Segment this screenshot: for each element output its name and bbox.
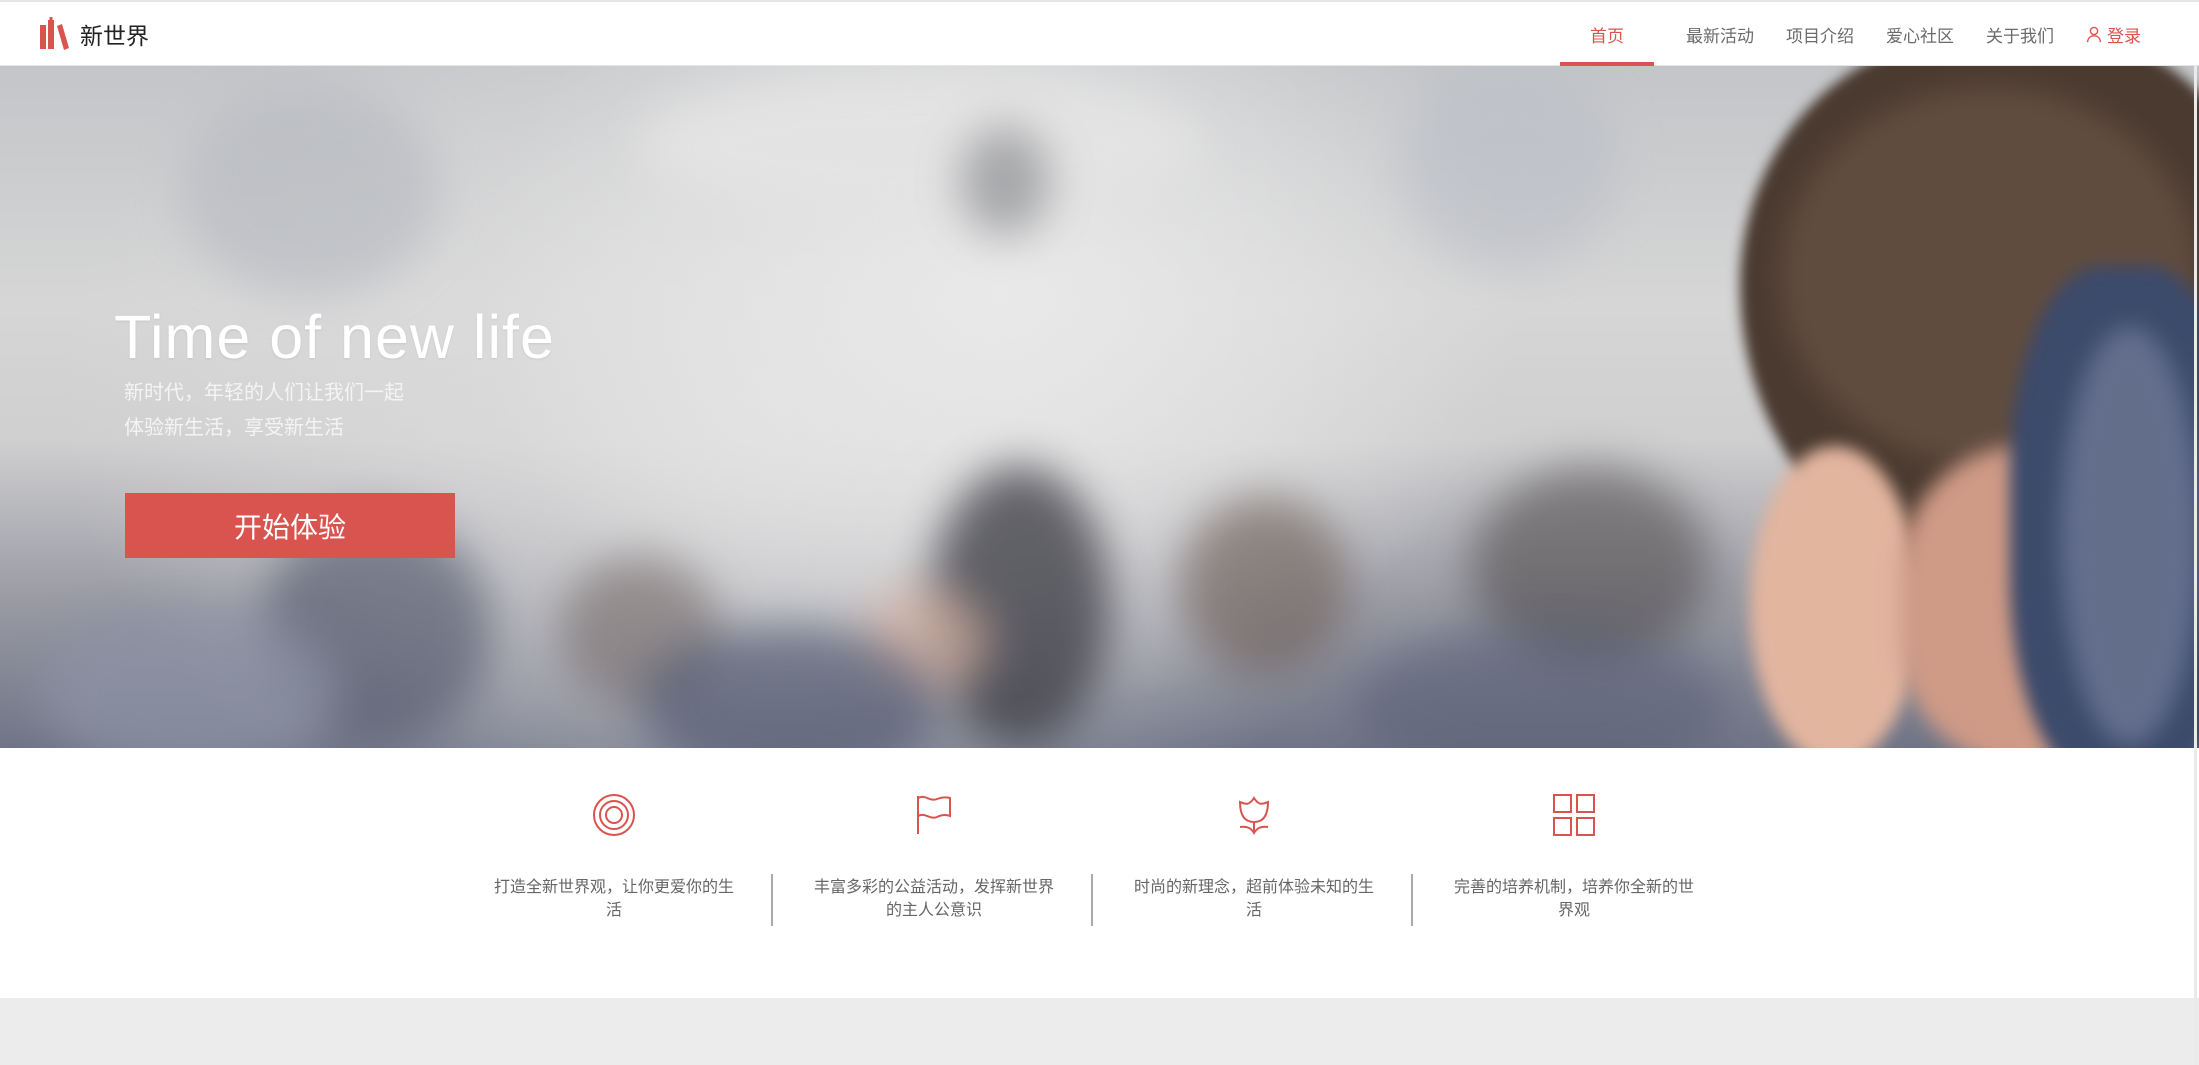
flag-icon <box>917 795 951 834</box>
login-link[interactable]: 登录 <box>2086 2 2141 66</box>
nav-item-home[interactable]: 首页 <box>1560 2 1654 66</box>
start-experience-button[interactable]: 开始体验 <box>125 493 455 558</box>
brand-name: 新世界 <box>80 24 149 50</box>
brand-logo[interactable]: 新世界 <box>38 16 149 52</box>
feature-text: 丰富多彩的公益活动，发挥新世界的主人公意识 <box>814 877 1055 919</box>
login-label: 登录 <box>2107 26 2141 47</box>
hero-subtitle-line-1: 新时代，年轻的人们让我们一起 <box>124 380 404 404</box>
books-icon <box>40 17 69 50</box>
feature-text: 完善的培养机制，培养你全新的世界观 <box>1454 877 1695 919</box>
top-navbar: 新世界 首页 最新活动 项目介绍 爱心社区 关于我们 登录 <box>0 0 2199 66</box>
main-nav: 首页 最新活动 项目介绍 爱心社区 关于我们 登录 <box>1560 2 2141 66</box>
feature-text: 打造全新世界观，让你更爱你的生活 <box>494 877 735 919</box>
target-icon <box>593 794 635 836</box>
window-edge <box>2194 66 2197 1065</box>
feature-divider <box>771 874 773 926</box>
flower-icon <box>1238 796 1270 835</box>
hero-subtitle-line-2: 体验新生活，享受新生活 <box>124 415 344 439</box>
feature-text: 时尚的新理念，超前体验未知的生活 <box>1134 877 1375 919</box>
feature-divider <box>1091 874 1093 926</box>
nav-item-about[interactable]: 关于我们 <box>1986 2 2054 66</box>
footer-band <box>0 998 2199 1065</box>
nav-item-projects[interactable]: 项目介绍 <box>1786 2 1854 66</box>
hero-banner: Time of new life 新时代，年轻的人们让我们一起 体验新生活，享受… <box>0 66 2199 748</box>
nav-item-latest-activities[interactable]: 最新活动 <box>1686 2 1754 66</box>
features-section: 打造全新世界观，让你更爱你的生活 丰富多彩的公益活动，发挥新世界的主人公意识 时… <box>0 748 2199 998</box>
feature-divider <box>1411 874 1413 926</box>
nav-item-community[interactable]: 爱心社区 <box>1886 2 1954 66</box>
user-icon <box>2086 26 2102 42</box>
grid-icon <box>1553 794 1595 836</box>
hero-title: Time of new life <box>114 303 555 371</box>
